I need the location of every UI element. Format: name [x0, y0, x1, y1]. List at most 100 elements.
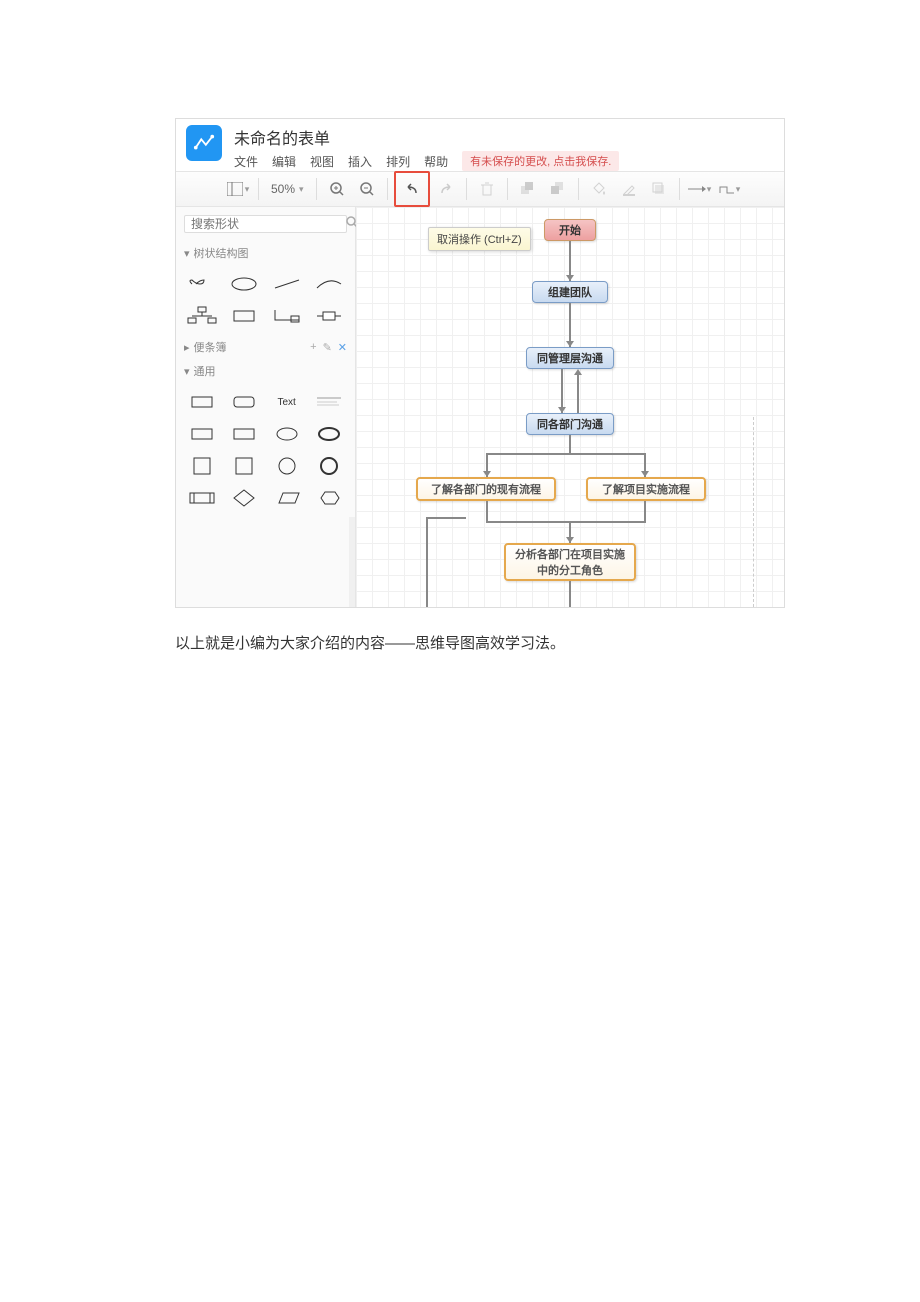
node-team[interactable]: 组建团队 — [532, 281, 608, 303]
node-analyze[interactable]: 分析各部门在项目实施中的分工角色 — [504, 543, 636, 581]
menu-arrange[interactable]: 排列 — [386, 153, 410, 170]
separator — [507, 178, 508, 200]
shape-circle-thick[interactable] — [311, 453, 347, 479]
shape-rect3[interactable] — [226, 421, 262, 447]
panel-tree-header[interactable]: ▾ 树状结构图 — [176, 241, 355, 265]
shape-ellipse-thick[interactable] — [311, 421, 347, 447]
arrow-down-icon — [566, 341, 574, 347]
undo-highlight — [394, 171, 430, 207]
node-mgmt[interactable]: 同管理层沟通 — [526, 347, 614, 369]
close-icon[interactable]: ✕ — [338, 341, 347, 354]
workspace: ▾ 树状结构图 ▸ 便条簿 + ✎ ✕ — [176, 207, 784, 607]
shape-hexagon[interactable] — [311, 485, 347, 511]
canvas[interactable]: 取消操作 (Ctrl+Z) 开始 组建团队 同管理层沟通 同各部门沟通 了解各部… — [356, 207, 784, 607]
separator — [387, 178, 388, 200]
tree-shapes — [176, 265, 355, 335]
panel-notes-header[interactable]: ▸ 便条簿 + ✎ ✕ — [176, 335, 355, 359]
shape-curve[interactable] — [311, 271, 347, 297]
sidebar-scrollbar[interactable] — [349, 517, 355, 607]
unsaved-notice[interactable]: 有未保存的更改, 点击我保存. — [462, 151, 619, 171]
edit-icon[interactable]: ✎ — [323, 341, 332, 354]
separator — [258, 178, 259, 200]
shape-square2[interactable] — [226, 453, 262, 479]
redo-button[interactable] — [432, 175, 460, 203]
arrow-down-icon — [483, 471, 491, 477]
delete-button[interactable] — [473, 175, 501, 203]
edge — [486, 501, 488, 521]
node-proj-flow[interactable]: 了解项目实施流程 — [586, 477, 706, 501]
undo-tooltip: 取消操作 (Ctrl+Z) — [428, 227, 531, 251]
node-dept[interactable]: 同各部门沟通 — [526, 413, 614, 435]
edge — [426, 517, 428, 607]
menu-bar: 文件 编辑 视图 插入 排列 帮助 有未保存的更改, 点击我保存. — [234, 151, 774, 171]
to-front-button[interactable] — [514, 175, 542, 203]
separator — [316, 178, 317, 200]
shadow-button[interactable] — [645, 175, 673, 203]
zoom-out-button[interactable] — [353, 175, 381, 203]
menu-help[interactable]: 帮助 — [424, 153, 448, 170]
shape-rect-small[interactable] — [226, 303, 262, 329]
app-window: 未命名的表单 文件 编辑 视图 插入 排列 帮助 有未保存的更改, 点击我保存.… — [175, 118, 785, 608]
document-title[interactable]: 未命名的表单 — [234, 125, 774, 149]
edge — [486, 453, 646, 455]
shape-ellipse[interactable] — [269, 421, 305, 447]
shape-rect[interactable] — [184, 389, 220, 415]
to-back-button[interactable] — [544, 175, 572, 203]
arrow-down-icon — [566, 275, 574, 281]
add-icon[interactable]: + — [310, 341, 316, 354]
zoom-select[interactable]: 50%▾ — [265, 182, 310, 196]
chevron-down-icon: ▾ — [184, 247, 190, 260]
app-logo-icon — [186, 125, 222, 161]
undo-button[interactable] — [398, 175, 426, 203]
panel-general-header[interactable]: ▾ 通用 — [176, 359, 355, 383]
chevron-down-icon: ▾ — [184, 365, 190, 378]
arrow-down-icon — [641, 471, 649, 477]
arrow-down-icon — [558, 407, 566, 413]
separator — [466, 178, 467, 200]
shape-org[interactable] — [184, 303, 220, 329]
shape-l-connector[interactable] — [269, 303, 305, 329]
shape-infinity[interactable] — [184, 271, 220, 297]
shape-process[interactable] — [184, 485, 220, 511]
search-field[interactable] — [191, 217, 346, 231]
toolbar: ▾ 50%▾ ▾ ▾ — [176, 171, 784, 207]
page-boundary — [753, 417, 754, 607]
edge — [577, 375, 579, 413]
edge — [569, 581, 571, 607]
edge — [569, 435, 571, 453]
shape-heading[interactable] — [311, 389, 347, 415]
fill-color-button[interactable] — [585, 175, 613, 203]
edge — [426, 517, 466, 519]
general-shapes: Text — [176, 383, 355, 517]
node-start[interactable]: 开始 — [544, 219, 596, 241]
shape-diamond[interactable] — [226, 485, 262, 511]
shape-text[interactable]: Text — [269, 389, 305, 415]
search-shapes-input[interactable] — [184, 215, 347, 233]
shape-square[interactable] — [184, 453, 220, 479]
article-caption: 以上就是小编为大家介绍的内容——思维导图高效学习法。 — [175, 632, 920, 653]
edge — [644, 501, 646, 521]
arrow-up-icon — [574, 369, 582, 375]
shapes-sidebar: ▾ 树状结构图 ▸ 便条簿 + ✎ ✕ — [176, 207, 356, 607]
menu-insert[interactable]: 插入 — [348, 153, 372, 170]
separator — [679, 178, 680, 200]
shape-parallelogram[interactable] — [269, 485, 305, 511]
shape-cross-box[interactable] — [311, 303, 347, 329]
waypoint-style-button[interactable]: ▾ — [716, 175, 744, 203]
menu-file[interactable]: 文件 — [234, 153, 258, 170]
chevron-right-icon: ▸ — [184, 341, 190, 354]
shape-ellipse-label[interactable] — [226, 271, 262, 297]
menu-view[interactable]: 视图 — [310, 153, 334, 170]
title-bar: 未命名的表单 文件 编辑 视图 插入 排列 帮助 有未保存的更改, 点击我保存. — [176, 119, 784, 171]
line-color-button[interactable] — [615, 175, 643, 203]
node-existing-flow[interactable]: 了解各部门的现有流程 — [416, 477, 556, 501]
shape-circle[interactable] — [269, 453, 305, 479]
edge — [486, 521, 646, 523]
shape-rounded-rect[interactable] — [226, 389, 262, 415]
connection-style-button[interactable]: ▾ — [686, 175, 714, 203]
zoom-in-button[interactable] — [323, 175, 351, 203]
menu-edit[interactable]: 编辑 — [272, 153, 296, 170]
shape-rect2[interactable] — [184, 421, 220, 447]
layout-button[interactable]: ▾ — [224, 175, 252, 203]
shape-line[interactable] — [269, 271, 305, 297]
